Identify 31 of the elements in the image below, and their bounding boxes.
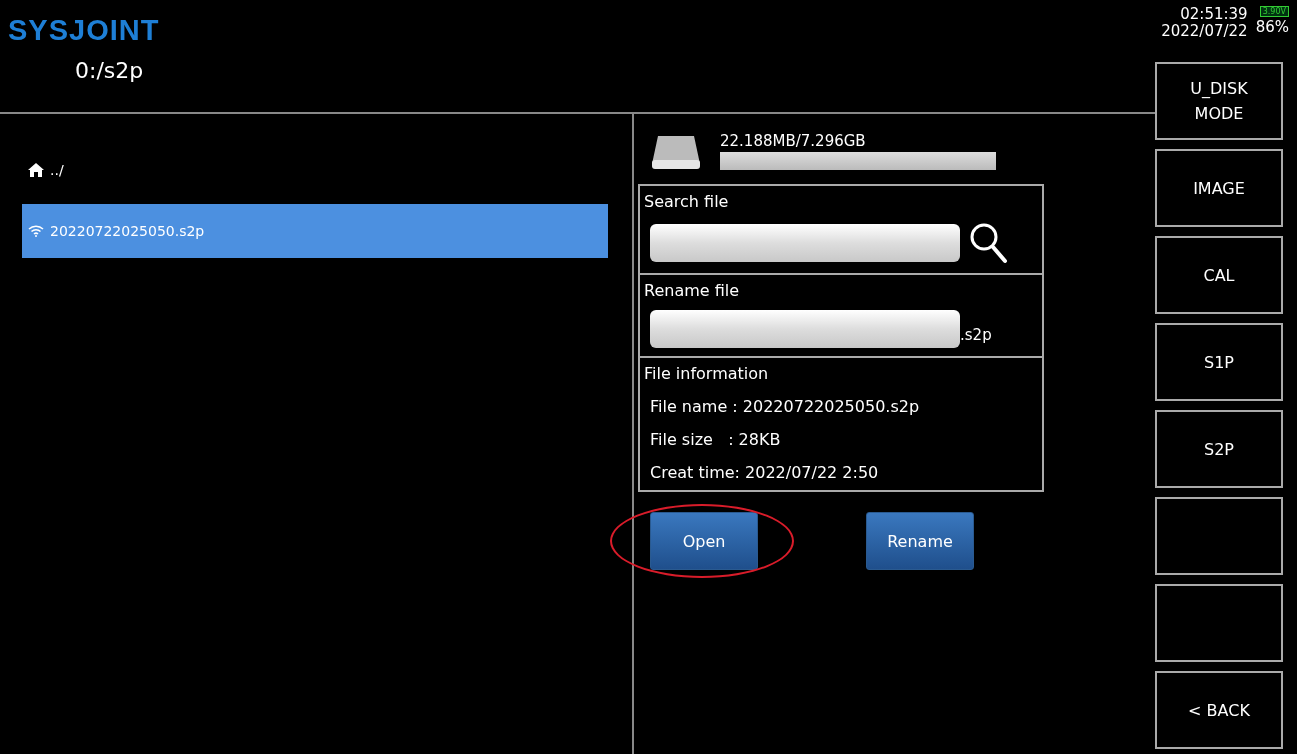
logo: SYSJOINT xyxy=(8,14,160,46)
section-title: File information xyxy=(644,364,770,383)
battery-percent: 86% xyxy=(1255,18,1289,36)
wifi-icon xyxy=(28,225,44,237)
softkey-button[interactable]: IMAGE xyxy=(1155,149,1283,227)
blank-softkey[interactable] xyxy=(1155,497,1283,575)
softkey-button[interactable]: CAL xyxy=(1155,236,1283,314)
blank-softkey[interactable] xyxy=(1155,584,1283,662)
file-list-item[interactable]: ../ xyxy=(22,150,608,190)
softkey-button[interactable]: U_DISK MODE xyxy=(1155,62,1283,140)
rename-field[interactable] xyxy=(650,310,960,348)
file-info-line: File size : 28KB xyxy=(649,430,782,449)
clock-time: 02:51:39 xyxy=(1180,6,1248,23)
section-title: Rename file xyxy=(644,281,741,300)
search-field[interactable] xyxy=(650,224,960,262)
current-path: 0:/s2p xyxy=(75,58,144,83)
softkey-button[interactable]: < BACK xyxy=(1155,671,1283,749)
disk-icon xyxy=(650,134,702,170)
section-title: Search file xyxy=(644,192,730,211)
search-icon xyxy=(968,221,1008,265)
action-button[interactable]: Open xyxy=(650,512,758,570)
clock-date: 2022/07/22 xyxy=(1161,23,1248,40)
battery-voltage: 3.90V xyxy=(1259,6,1289,17)
softkey-button[interactable]: S2P xyxy=(1155,410,1283,488)
file-extension: .s2p xyxy=(960,326,992,344)
softkey-button[interactable]: S1P xyxy=(1155,323,1283,401)
file-info-line: File name : 20220722025050.s2p xyxy=(649,397,921,416)
storage-capacity: 22.188MB/7.296GB xyxy=(720,132,867,150)
action-button[interactable]: Rename xyxy=(866,512,974,570)
file-info-line: Creat time: 2022/07/22 2:50 xyxy=(649,463,880,482)
home-icon xyxy=(28,163,44,177)
